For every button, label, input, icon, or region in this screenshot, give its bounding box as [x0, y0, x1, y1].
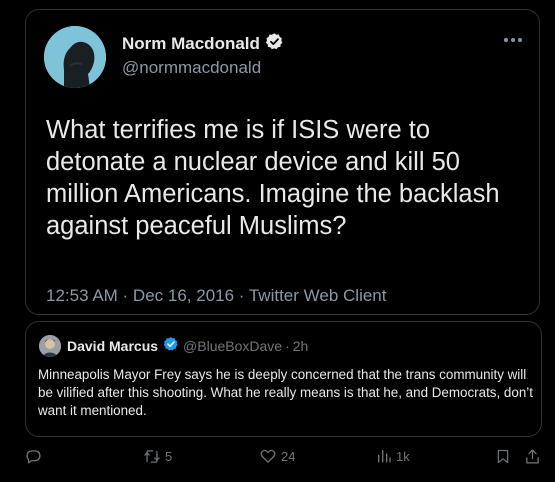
views-chart-icon [376, 448, 392, 464]
main-tweet-card[interactable]: David Marcus @BlueBoxDave · 2h Minneapol… [25, 321, 542, 437]
main-tweet-time[interactable]: 2h [293, 338, 309, 354]
retweet-count: 5 [165, 449, 173, 464]
david-avatar[interactable] [39, 335, 61, 357]
quoted-tweet-meta: 12:53 AM · Dec 16, 2016 · Twitter Web Cl… [46, 286, 387, 305]
main-author-name[interactable]: David Marcus [67, 338, 158, 354]
like-count: 24 [281, 449, 296, 464]
heart-icon [259, 448, 277, 465]
bookmark-icon [495, 448, 511, 465]
more-dots-icon[interactable] [503, 30, 523, 48]
retweet-icon [143, 448, 161, 465]
share-icon [524, 448, 541, 465]
main-author-handle[interactable]: @BlueBoxDave [183, 338, 282, 354]
main-tweet-text: Minneapolis Mayor Frey says he is deeply… [38, 367, 533, 418]
share-button[interactable] [524, 448, 541, 465]
verified-badge-icon [265, 32, 284, 56]
reply-button[interactable] [25, 448, 46, 465]
bookmark-button[interactable] [495, 448, 511, 465]
norm-avatar[interactable] [44, 26, 106, 88]
action-bar: 5 24 1k [0, 448, 555, 474]
retweet-button[interactable]: 5 [143, 448, 172, 465]
quoted-tweet-text: What terrifies me is if ISIS were to det… [46, 116, 500, 240]
quoted-author-name[interactable]: Norm Macdonald [122, 34, 260, 54]
quoted-author-handle[interactable]: @normmacdonald [122, 58, 261, 78]
verified-badge-icon [163, 336, 179, 357]
views-button[interactable]: 1k [376, 448, 410, 464]
separator-dot: · [285, 338, 290, 354]
views-count: 1k [396, 448, 410, 464]
reply-icon [25, 448, 42, 465]
like-button[interactable]: 24 [259, 448, 295, 465]
quoted-tweet-card[interactable]: Norm Macdonald @normmacdonald What terri… [25, 9, 540, 315]
